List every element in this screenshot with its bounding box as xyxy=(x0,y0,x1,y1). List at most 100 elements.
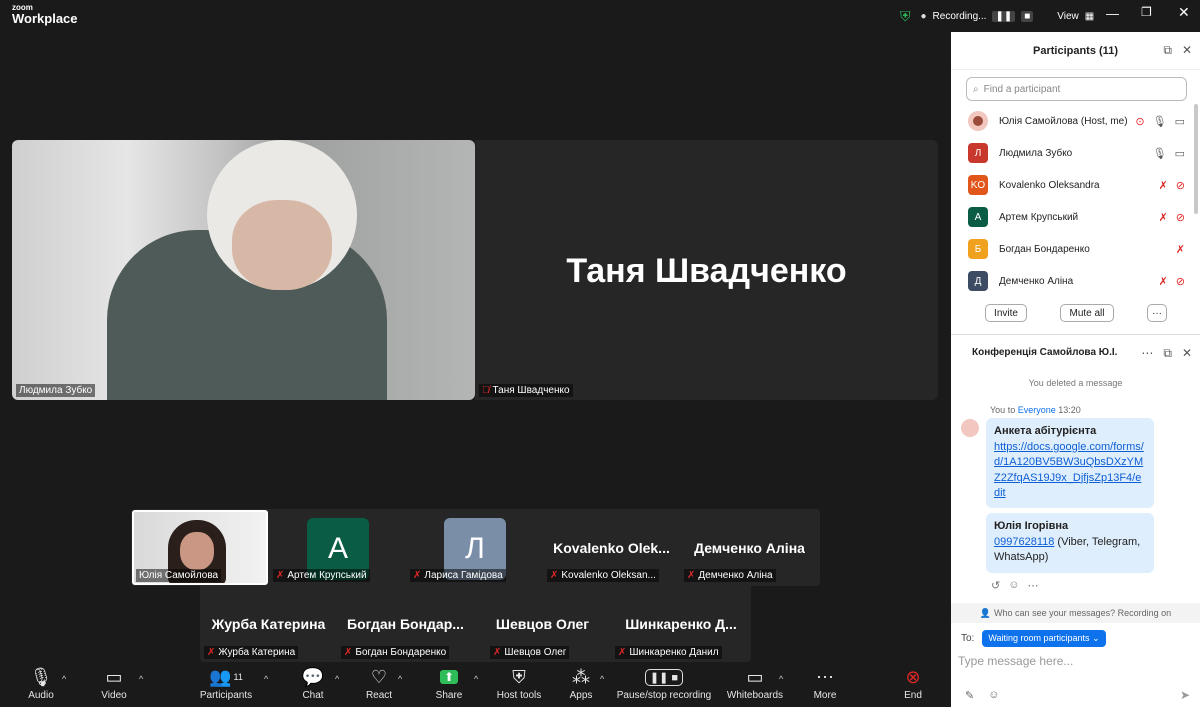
emoji-icon[interactable]: ☺ xyxy=(988,689,999,702)
video-area: Людмила Зубко Таня Швадченко 🎙̸ Таня Швад… xyxy=(0,32,951,662)
send-icon[interactable]: ➤ xyxy=(1180,688,1190,702)
close-window-button[interactable]: ✕ xyxy=(1178,4,1190,21)
close-icon[interactable]: ✕ xyxy=(1182,43,1192,58)
participant-search-input[interactable]: ⌕ Find a participant xyxy=(966,77,1187,101)
mic-muted-icon: ✗ xyxy=(413,570,422,581)
strip-tile-larysa[interactable]: Л ✗ Лариса Гамідова xyxy=(406,510,543,585)
strip-tile-kovalenko[interactable]: Kovalenko Olek... ✗ Kovalenko Oleksan... xyxy=(543,510,680,585)
mic-muted-icon: ✗ xyxy=(1175,243,1185,256)
video-tile-speaker2[interactable]: Таня Швадченко 🎙̸ Таня Швадченко xyxy=(475,140,938,400)
participants-options-caret[interactable]: ^ xyxy=(264,674,268,684)
tile-name-label: Людмила Зубко xyxy=(16,384,96,397)
recipient-dropdown[interactable]: Waiting room participants ⌄ xyxy=(982,630,1106,647)
participants-header: Participants (11) ⧉ ✕ xyxy=(951,32,1200,70)
react-button[interactable]: ♡ React xyxy=(362,664,396,702)
video-button[interactable]: ▭ Video xyxy=(95,664,133,702)
pop-out-icon[interactable]: ⧉ xyxy=(1163,43,1172,58)
whiteboard-icon: ▭ xyxy=(746,666,764,687)
participant-list-scrollbar[interactable] xyxy=(1194,104,1198,214)
chat-input[interactable]: Type message here... xyxy=(958,654,1073,668)
who-can-see-notice[interactable]: 👤 Who can see your messages? Recording on xyxy=(951,603,1200,623)
participants-more-button[interactable]: ··· xyxy=(1147,304,1167,322)
format-icon[interactable]: ✎ xyxy=(965,689,974,702)
share-options-caret[interactable]: ^ xyxy=(474,674,478,684)
message-link[interactable]: https://docs.google.com/forms/d/1A120BV5… xyxy=(994,441,1144,500)
chat-input-tools: ✎ ☺ xyxy=(965,689,999,702)
pop-out-icon[interactable]: ⧉ xyxy=(1163,346,1172,361)
sender-avatar xyxy=(961,419,979,437)
mic-muted-icon: ✗ xyxy=(344,647,353,658)
minimize-button[interactable]: — xyxy=(1106,6,1119,21)
participant-row[interactable]: Б Богдан Бондаренко ✗ xyxy=(951,233,1200,265)
participants-title: Participants (11) xyxy=(1033,44,1118,57)
more-icon[interactable]: ⋯ xyxy=(1027,579,1038,592)
chat-options-caret[interactable]: ^ xyxy=(335,674,339,684)
strip-tile-artem[interactable]: А ✗ Артем Крупський xyxy=(269,510,406,585)
mic-muted-icon: ✗ xyxy=(687,570,696,581)
restore-button[interactable]: ❐ xyxy=(1141,5,1152,19)
chat-messages: You deleted a message You to Everyone 13… xyxy=(951,370,1200,603)
reply-icon[interactable]: ↺ xyxy=(991,579,1000,592)
video-options-caret[interactable]: ^ xyxy=(139,674,143,684)
participant-row[interactable]: А Артем Крупський ✗ ⊘ xyxy=(951,201,1200,233)
stop-recording-icon[interactable]: ■ xyxy=(1021,11,1034,22)
microphone-icon: 🎙 xyxy=(1152,147,1167,160)
speaker-name-display: Таня Швадченко xyxy=(566,252,847,290)
apps-button[interactable]: ⁂ Apps xyxy=(566,664,596,702)
chat-title: Конференція Самойлова Ю.І. xyxy=(972,347,1118,358)
recipient-selector: To: Waiting room participants ⌄ xyxy=(961,630,1106,647)
participants-button[interactable]: 👥 11 Participants xyxy=(198,664,254,702)
strip-tile-self[interactable]: Юлія Самойлова xyxy=(132,510,268,585)
tile-name-label: ✗ Артем Крупський xyxy=(273,569,370,582)
whiteboards-button[interactable]: ▭ Whiteboards xyxy=(726,664,784,702)
end-button[interactable]: ⊗ End xyxy=(898,664,928,702)
system-message: You deleted a message xyxy=(1028,378,1123,388)
pause-stop-recording-button[interactable]: ❚❚ ■ Pause/stop recording xyxy=(616,664,712,701)
chat-message-bubble[interactable]: Юлія Ігорівна 0997628118 (Viber, Telegra… xyxy=(986,513,1154,573)
participant-name-display: Шевцов Олег xyxy=(495,616,590,632)
more-icon[interactable]: ⋯ xyxy=(1141,346,1153,361)
participant-row[interactable]: Л Людмила Зубко 🎙 ▭ xyxy=(951,137,1200,169)
host-tools-button[interactable]: ⛨ Host tools xyxy=(496,664,542,702)
chat-icon: 💬 xyxy=(301,666,325,687)
strip-tile-shevtsov[interactable]: Шевцов Олег ✗ Шевцов Олег xyxy=(474,586,611,662)
strip-tile-bohdan[interactable]: Богдан Бондар... ✗ Богдан Бондаренко xyxy=(337,586,474,662)
participant-row[interactable]: Д Демченко Аліна ✗ ⊘ xyxy=(951,265,1200,297)
apps-options-caret[interactable]: ^ xyxy=(600,674,604,684)
search-icon: ⌕ xyxy=(973,83,979,95)
more-icon: ⋯ xyxy=(816,666,834,687)
more-button[interactable]: ⋯ More xyxy=(810,664,840,702)
strip-tile-demchenko[interactable]: Демченко Аліна ✗ Демченко Аліна xyxy=(680,510,819,585)
mic-muted-icon: 🎙̸ xyxy=(482,385,490,396)
mute-all-button[interactable]: Mute all xyxy=(1060,304,1114,322)
end-call-icon: ⊗ xyxy=(905,666,921,687)
mic-muted-icon: ✗ xyxy=(1158,275,1168,288)
mic-muted-icon: ✗ xyxy=(1158,179,1168,192)
message-link[interactable]: 0997628118 xyxy=(994,536,1054,548)
strip-tile-shynkarenko[interactable]: Шинкаренко Д... ✗ Шинкаренко Данил xyxy=(611,586,751,662)
mic-muted-icon: ✗ xyxy=(276,570,285,581)
tile-name-label: ✗ Шевцов Олег xyxy=(490,646,570,659)
camera-icon: ▭ xyxy=(105,666,123,687)
tile-name-label: ✗ Лариса Гамідова xyxy=(410,569,506,582)
audio-button[interactable]: 🎙 Audio xyxy=(22,664,60,702)
chat-message-bubble[interactable]: Анкета абітурієнта https://docs.google.c… xyxy=(986,418,1154,508)
audio-options-caret[interactable]: ^ xyxy=(62,674,66,684)
pause-recording-icon[interactable]: ❚❚ xyxy=(992,11,1016,22)
participant-row[interactable]: KO Kovalenko Oleksandra ✗ ⊘ xyxy=(951,169,1200,201)
close-icon[interactable]: ✕ xyxy=(1182,346,1192,361)
participant-face xyxy=(232,200,332,290)
chat-button[interactable]: 💬 Chat xyxy=(296,664,330,702)
emoji-icon[interactable]: ☺ xyxy=(1008,579,1019,592)
react-options-caret[interactable]: ^ xyxy=(398,674,402,684)
video-tile-speaker1[interactable]: Людмила Зубко xyxy=(12,140,475,400)
share-button[interactable]: ⬆ Share xyxy=(432,664,466,701)
participant-row[interactable]: Юлія Самойлова (Host, me) ⊙ 🎙 ▭ xyxy=(951,105,1200,137)
mic-muted-icon: ✗ xyxy=(207,647,216,658)
whiteboards-options-caret[interactable]: ^ xyxy=(779,674,783,684)
invite-button[interactable]: Invite xyxy=(985,304,1027,322)
strip-tile-zhurba[interactable]: Журба Катерина ✗ Журба Катерина xyxy=(200,586,337,662)
participant-face xyxy=(180,532,214,570)
mic-muted-icon: ✗ xyxy=(618,647,627,658)
view-button[interactable]: View xyxy=(1057,11,1079,22)
